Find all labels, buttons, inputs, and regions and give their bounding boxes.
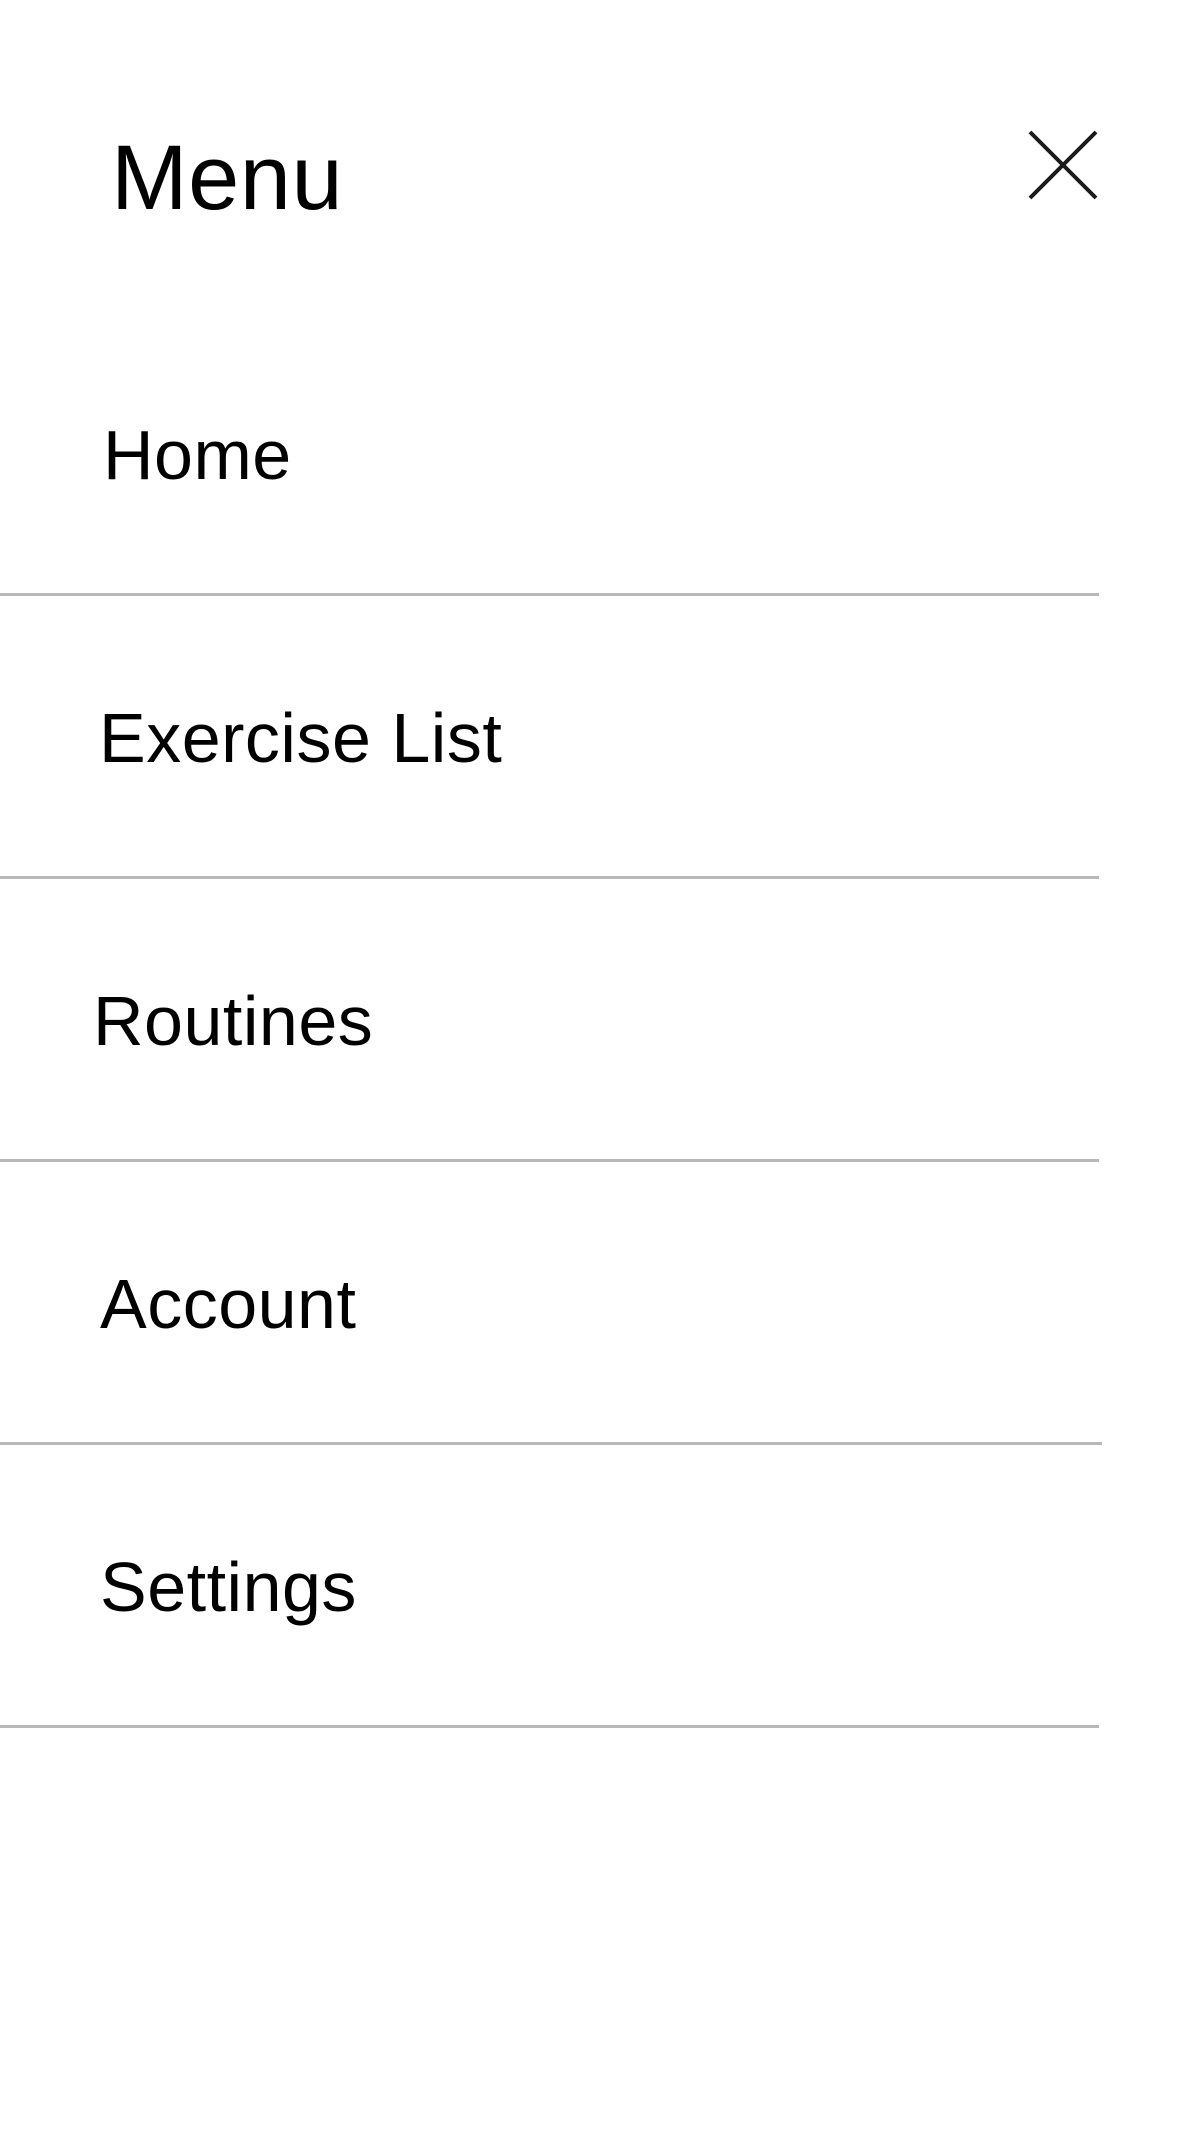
- menu-item-label: Exercise List: [99, 699, 503, 777]
- menu-item-routines[interactable]: Routines: [0, 879, 1099, 1162]
- menu-item-label: Account: [100, 1265, 357, 1343]
- menu-item-label: Routines: [93, 982, 374, 1060]
- menu-title: Menu: [111, 127, 344, 229]
- close-icon: [1028, 130, 1098, 200]
- close-button[interactable]: [1016, 120, 1116, 220]
- menu-item-account[interactable]: Account: [0, 1162, 1102, 1445]
- menu-item-label: Settings: [100, 1548, 357, 1626]
- menu-item-settings[interactable]: Settings: [0, 1445, 1099, 1728]
- menu-item-home[interactable]: Home: [0, 313, 1099, 596]
- menu-item-label: Home: [103, 416, 292, 494]
- menu-item-exercise-list[interactable]: Exercise List: [0, 596, 1099, 879]
